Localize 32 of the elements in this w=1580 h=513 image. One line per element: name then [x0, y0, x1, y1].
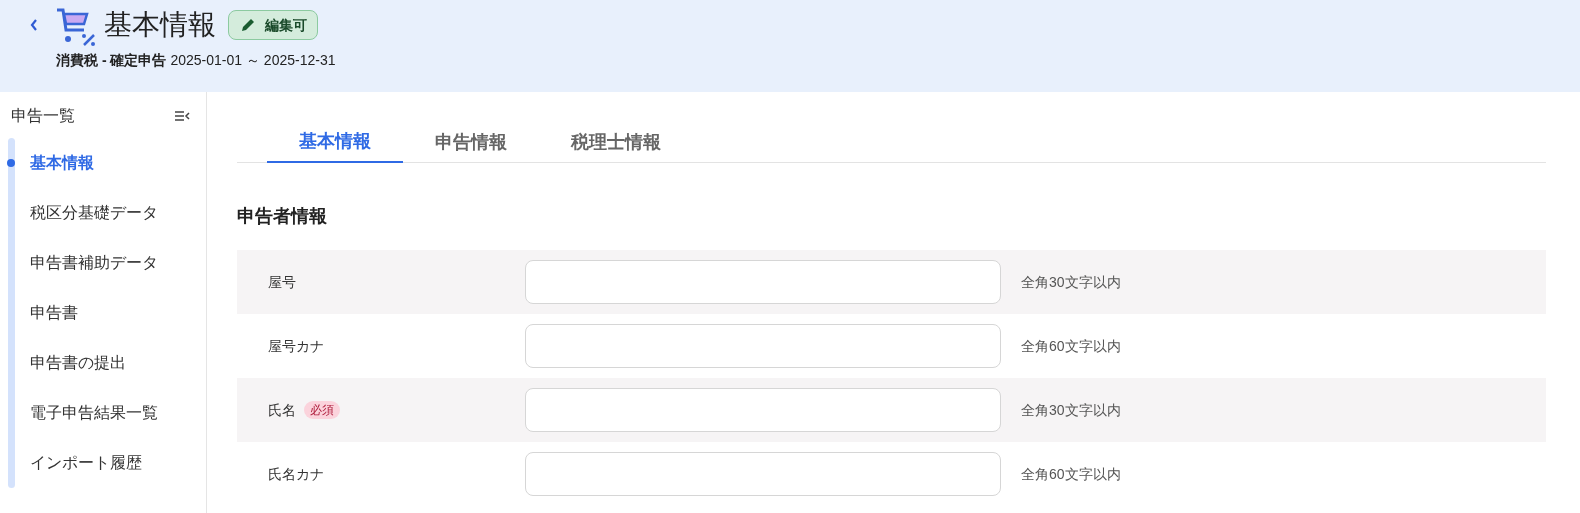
editable-badge: 編集可	[228, 10, 318, 40]
sidebar-item[interactable]: 申告書	[30, 301, 78, 325]
field-label: 氏名カナ	[268, 464, 324, 484]
sidebar-item[interactable]: 申告書の提出	[30, 351, 126, 375]
field-label: 屋号	[268, 272, 296, 292]
input-field[interactable]	[525, 324, 1001, 368]
tab[interactable]: 基本情報	[267, 122, 403, 163]
input-field[interactable]	[525, 452, 1001, 496]
collapse-icon	[174, 111, 190, 121]
hint-text: 全角60文字以内	[1021, 464, 1121, 484]
period-text: 2025-01-01 ～ 2025-12-31	[170, 51, 336, 70]
sidebar-title: 申告一覧	[11, 106, 75, 126]
tax-type-label: 消費税 - 確定申告	[56, 51, 167, 70]
tab[interactable]: 申告情報	[403, 122, 539, 163]
page-title: 基本情報	[104, 11, 216, 39]
hint-text: 全角30文字以内	[1021, 400, 1121, 420]
hint-text: 全角30文字以内	[1021, 272, 1121, 292]
sidebar-item[interactable]: インポート履歴	[30, 451, 142, 475]
collapse-button[interactable]	[174, 109, 192, 123]
required-tag: 必須	[304, 401, 340, 419]
sidebar-item[interactable]: 税区分基礎データ	[30, 201, 158, 225]
tab[interactable]: 税理士情報	[539, 122, 693, 163]
sidebar-item[interactable]: 電子申告結果一覧	[30, 401, 158, 425]
field-label: 氏名	[268, 400, 296, 420]
input-field[interactable]	[525, 388, 1001, 432]
input-field[interactable]	[525, 260, 1001, 304]
field-label: 屋号カナ	[268, 336, 324, 356]
sidebar-item[interactable]: 基本情報	[30, 151, 94, 175]
sidebar-item[interactable]: 申告書補助データ	[30, 251, 158, 275]
hint-text: 全角60文字以内	[1021, 336, 1121, 356]
section-title: 申告者情報	[237, 205, 328, 228]
chevron-left-icon	[29, 18, 39, 32]
